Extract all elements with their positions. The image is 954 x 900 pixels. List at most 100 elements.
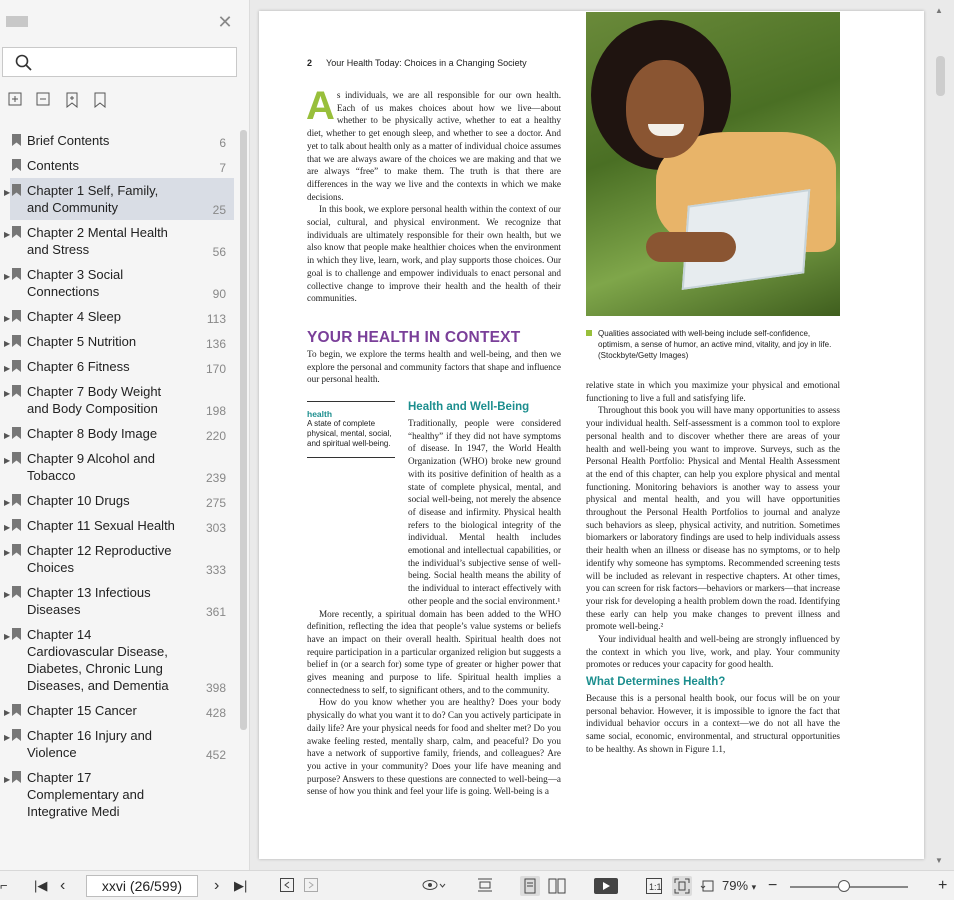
expand-triangle-icon[interactable]: ▶ [4, 314, 10, 323]
sidebar-item[interactable]: ▶ Chapter 14 Cardiovascular Disease, Diab… [0, 622, 236, 698]
sidebar-item[interactable]: ▶ Chapter 15 Cancer 428 [0, 698, 236, 723]
sidebar-item[interactable]: Contents 7 [0, 153, 236, 178]
scroll-down-icon[interactable]: ▼ [935, 856, 943, 865]
sidebar-item[interactable]: ▶ Chapter 2 Mental Health and Stress 56 [0, 220, 236, 262]
vertical-scrollbar[interactable] [933, 0, 954, 870]
fit-width-icon[interactable] [477, 878, 493, 894]
document-page: 2 Your Health Today: Choices in a Changin… [259, 11, 924, 859]
section-title: YOUR HEALTH IN CONTEXT [307, 329, 521, 346]
expand-triangle-icon[interactable]: ▶ [4, 364, 10, 373]
sidebar-item[interactable]: ▶ Chapter 6 Fitness 170 [0, 354, 236, 379]
document-viewer: 2 Your Health Today: Choices in a Changin… [251, 0, 954, 870]
prev-page-icon[interactable]: ‹ [60, 878, 65, 894]
bookmark-icon [12, 385, 21, 397]
bookmark-icon [12, 184, 21, 196]
expand-triangle-icon[interactable]: ▶ [4, 188, 10, 197]
collapse-all-icon[interactable] [36, 92, 52, 108]
expand-triangle-icon[interactable]: ▶ [4, 708, 10, 717]
drop-cap: A [306, 84, 335, 128]
sidebar-item[interactable]: ▶ Chapter 8 Body Image 220 [0, 421, 236, 446]
scroll-up-icon[interactable]: ▲ [935, 6, 943, 15]
bookmark-icon [12, 226, 21, 238]
sidebar-item[interactable]: ▶ Chapter 11 Sexual Health 303 [0, 513, 236, 538]
sidebar-item-label: Chapter 4 Sleep [27, 309, 121, 324]
chevron-down-icon: ▾ [751, 882, 757, 892]
sidebar-item[interactable]: ▶ Chapter 13 Infectious Diseases 361 [0, 580, 236, 622]
next-page-icon[interactable]: › [214, 878, 219, 894]
expand-triangle-icon[interactable]: ▶ [4, 498, 10, 507]
expand-triangle-icon[interactable]: ▶ [4, 632, 10, 641]
sidebar-item[interactable]: Brief Contents 6 [0, 128, 236, 153]
sidebar-item[interactable]: ▶ Chapter 12 Reproductive Choices 333 [0, 538, 236, 580]
last-page-icon[interactable]: ▶| [234, 878, 247, 894]
scroll-thumb[interactable] [936, 56, 945, 96]
first-page-icon[interactable]: |◀ [34, 878, 47, 894]
photo-caption: Qualities associated with well-being inc… [586, 328, 840, 361]
expand-triangle-icon[interactable]: ▶ [4, 590, 10, 599]
search-input[interactable] [2, 47, 237, 77]
back-icon[interactable] [280, 878, 294, 894]
single-page-icon[interactable] [520, 876, 540, 896]
forward-icon[interactable] [304, 878, 318, 894]
expand-triangle-icon[interactable]: ▶ [4, 389, 10, 398]
search-icon [15, 54, 32, 71]
expand-triangle-icon[interactable]: ▶ [4, 339, 10, 348]
intro-text: As individuals, we are all responsible f… [306, 84, 561, 304]
sidebar-item-page: 275 [205, 496, 226, 510]
add-bookmark-icon[interactable] [64, 92, 80, 109]
sidebar-item[interactable]: ▶ Chapter 9 Alcohol and Tobacco 239 [0, 446, 236, 488]
bookmark-icon [12, 544, 21, 556]
expand-triangle-icon[interactable]: ▶ [4, 733, 10, 742]
page-number: 2 [307, 58, 313, 68]
expand-triangle-icon[interactable]: ▶ [4, 523, 10, 532]
sidebar-item-page: 452 [205, 748, 226, 762]
sidebar-item-label: Chapter 6 Fitness [27, 359, 130, 374]
menu-edge-icon[interactable]: ⌐ [0, 878, 8, 894]
zoom-in-icon[interactable]: + [938, 878, 947, 894]
expand-triangle-icon[interactable]: ▶ [4, 456, 10, 465]
expand-all-icon[interactable] [8, 92, 24, 108]
bookmark-icon [12, 586, 21, 598]
fit-page-icon[interactable] [672, 876, 692, 896]
sidebar-item-page: 198 [205, 404, 226, 418]
sidebar-item-label: Chapter 5 Nutrition [27, 334, 137, 349]
sidebar-item-label: Chapter 13 Infectious Diseases [27, 585, 151, 617]
bookmark-icon [12, 452, 21, 464]
play-slideshow-icon[interactable] [594, 878, 618, 894]
sidebar-item[interactable]: ▶ Chapter 3 Social Connections 90 [0, 262, 236, 304]
eye-icon[interactable] [422, 878, 446, 894]
sidebar-grip-icon[interactable] [6, 16, 28, 27]
sidebar-item-label: Chapter 12 Reproductive Choices [27, 543, 172, 575]
bookmark-icon[interactable] [92, 92, 108, 109]
sidebar-item-page: 398 [205, 681, 226, 695]
bookmark-icon [12, 335, 21, 347]
sidebar-item[interactable]: ▶ Chapter 10 Drugs 275 [0, 488, 236, 513]
expand-triangle-icon[interactable]: ▶ [4, 230, 10, 239]
expand-triangle-icon[interactable]: ▶ [4, 431, 10, 440]
expand-triangle-icon[interactable]: ▶ [4, 272, 10, 281]
two-page-icon[interactable] [548, 878, 566, 894]
sidebar-item[interactable]: ▶ Chapter 16 Injury and Violence 452 [0, 723, 236, 765]
table-of-contents: Brief Contents 6 Contents 7 ▶ Chapter 1 Self,… [0, 128, 236, 824]
sidebar-item-page: 90 [212, 287, 226, 301]
sidebar-scrollbar[interactable] [240, 130, 247, 730]
rotate-icon[interactable] [700, 878, 716, 894]
expand-triangle-icon[interactable]: ▶ [4, 775, 10, 784]
sidebar-item[interactable]: ▶ Chapter 4 Sleep 113 [0, 304, 236, 329]
sidebar-item-label: Chapter 8 Body Image [27, 426, 158, 441]
sidebar-item[interactable]: ▶ Chapter 1 Self, Family, and Community 25 [4, 178, 234, 220]
expand-triangle-icon[interactable]: ▶ [4, 548, 10, 557]
zoom-slider-handle[interactable] [838, 880, 850, 892]
actual-size-icon[interactable]: 1:1 [646, 878, 662, 894]
sidebar-item[interactable]: ▶ Chapter 7 Body Weight and Body Composit… [0, 379, 236, 421]
sidebar-item[interactable]: ▶ Chapter 5 Nutrition 136 [0, 329, 236, 354]
sidebar-item-label: Chapter 2 Mental Health and Stress [27, 225, 168, 257]
close-icon[interactable]: ✕ [216, 13, 234, 31]
section-intro: To begin, we explore the terms health an… [307, 349, 561, 385]
running-header: 2 Your Health Today: Choices in a Changin… [307, 58, 527, 68]
zoom-out-icon[interactable]: − [768, 878, 777, 894]
page-number-input[interactable]: xxvi (26/599) [86, 875, 198, 897]
sidebar-item-label: Chapter 16 Injury and Violence [27, 728, 153, 760]
zoom-level[interactable]: 79% ▾ [722, 878, 756, 894]
sidebar-item[interactable]: ▶ Chapter 17 Complementary and Integrativ… [0, 765, 236, 824]
